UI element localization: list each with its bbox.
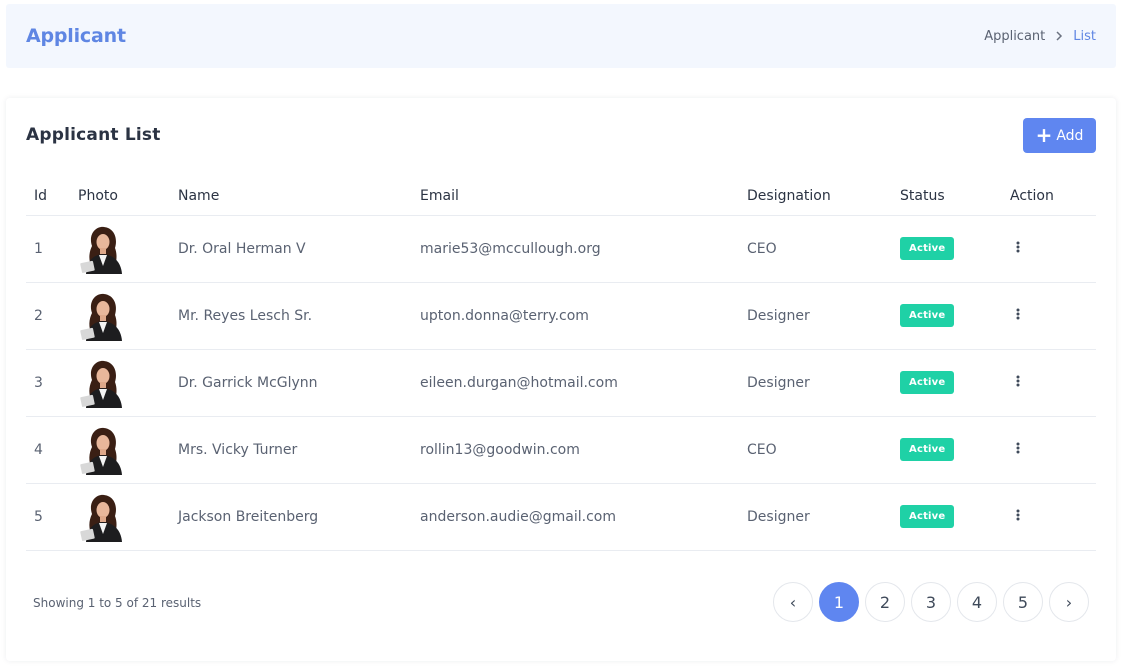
cell-photo xyxy=(78,416,178,484)
page-title: Applicant xyxy=(26,25,126,47)
status-badge: Active xyxy=(900,505,955,528)
cell-status: Active xyxy=(900,416,1010,484)
pagination: ‹ 1 2 3 4 5 › xyxy=(773,582,1089,622)
cell-id: 5 xyxy=(26,483,78,551)
page-header: Applicant Applicant List xyxy=(6,4,1116,68)
add-button[interactable]: + Add xyxy=(1023,118,1096,153)
breadcrumb-item-applicant[interactable]: Applicant xyxy=(984,29,1045,44)
breadcrumb: Applicant List xyxy=(984,29,1096,44)
cell-action xyxy=(1010,483,1096,551)
page-button-5[interactable]: 5 xyxy=(1003,582,1043,622)
page-button-3[interactable]: 3 xyxy=(911,582,951,622)
cell-action xyxy=(1010,215,1096,283)
cell-action xyxy=(1010,349,1096,417)
cell-email: anderson.audie@gmail.com xyxy=(420,483,747,551)
status-badge: Active xyxy=(900,371,955,394)
table-row: 3 Dr. Garrick McGlynn eileen.durgan@hotm… xyxy=(26,349,1096,417)
cell-designation: CEO xyxy=(747,416,900,484)
avatar xyxy=(78,424,126,475)
cell-action xyxy=(1010,416,1096,484)
cell-designation: Designer xyxy=(747,282,900,350)
status-badge: Active xyxy=(900,237,955,260)
page-button-2[interactable]: 2 xyxy=(865,582,905,622)
more-vertical-icon[interactable] xyxy=(1016,308,1020,324)
applicant-table: Id Photo Name Email Designation Status A… xyxy=(26,178,1096,551)
cell-name: Jackson Breitenberg xyxy=(178,483,420,551)
cell-action xyxy=(1010,282,1096,350)
card-title: Applicant List xyxy=(26,125,161,145)
more-vertical-icon[interactable] xyxy=(1016,241,1020,257)
cell-id: 3 xyxy=(26,349,78,417)
table-row: 4 Mrs. Vicky Turner rollin13@goodwin.com… xyxy=(26,416,1096,484)
more-vertical-icon[interactable] xyxy=(1016,375,1020,391)
avatar xyxy=(78,290,126,341)
cell-name: Mrs. Vicky Turner xyxy=(178,416,420,484)
table-row: 2 Mr. Reyes Lesch Sr. upton.donna@terry.… xyxy=(26,282,1096,350)
status-badge: Active xyxy=(900,438,955,461)
avatar xyxy=(78,357,126,408)
column-header-designation: Designation xyxy=(747,178,900,216)
add-button-label: Add xyxy=(1056,127,1084,144)
cell-designation: CEO xyxy=(747,215,900,283)
results-summary: Showing 1 to 5 of 21 results xyxy=(33,596,202,610)
cell-email: eileen.durgan@hotmail.com xyxy=(420,349,747,417)
breadcrumb-item-current: List xyxy=(1073,28,1096,44)
column-header-action: Action xyxy=(1010,178,1096,216)
prev-page-button[interactable]: ‹ xyxy=(773,582,813,622)
column-header-email: Email xyxy=(420,178,747,216)
cell-name: Mr. Reyes Lesch Sr. xyxy=(178,282,420,350)
status-badge: Active xyxy=(900,304,955,327)
page-button-4[interactable]: 4 xyxy=(957,582,997,622)
next-page-button[interactable]: › xyxy=(1049,582,1089,622)
table-row: 1 Dr. Oral Herman V marie53@mccullough.o… xyxy=(26,215,1096,283)
column-header-id: Id xyxy=(26,178,78,216)
avatar xyxy=(78,491,126,542)
column-header-photo: Photo xyxy=(78,178,178,216)
cell-status: Active xyxy=(900,349,1010,417)
chevron-right-icon xyxy=(1055,31,1063,41)
cell-photo xyxy=(78,282,178,350)
applicant-list-card: Applicant List + Add Id Photo Name Email… xyxy=(6,98,1116,661)
cell-email: upton.donna@terry.com xyxy=(420,282,747,350)
more-vertical-icon[interactable] xyxy=(1016,509,1020,525)
avatar xyxy=(78,223,126,274)
cell-photo xyxy=(78,483,178,551)
cell-photo xyxy=(78,215,178,283)
more-vertical-icon[interactable] xyxy=(1016,442,1020,458)
cell-status: Active xyxy=(900,215,1010,283)
plus-icon: + xyxy=(1035,122,1053,147)
cell-designation: Designer xyxy=(747,483,900,551)
page-button-1[interactable]: 1 xyxy=(819,582,859,622)
table-header-row: Id Photo Name Email Designation Status A… xyxy=(26,178,1096,216)
cell-photo xyxy=(78,349,178,417)
table-row: 5 Jackson Breitenberg anderson.audie@gma… xyxy=(26,483,1096,551)
cell-designation: Designer xyxy=(747,349,900,417)
cell-id: 4 xyxy=(26,416,78,484)
cell-id: 2 xyxy=(26,282,78,350)
column-header-status: Status xyxy=(900,178,1010,216)
cell-name: Dr. Garrick McGlynn xyxy=(178,349,420,417)
cell-name: Dr. Oral Herman V xyxy=(178,215,420,283)
cell-email: marie53@mccullough.org xyxy=(420,215,747,283)
cell-email: rollin13@goodwin.com xyxy=(420,416,747,484)
cell-status: Active xyxy=(900,483,1010,551)
cell-id: 1 xyxy=(26,215,78,283)
column-header-name: Name xyxy=(178,178,420,216)
cell-status: Active xyxy=(900,282,1010,350)
